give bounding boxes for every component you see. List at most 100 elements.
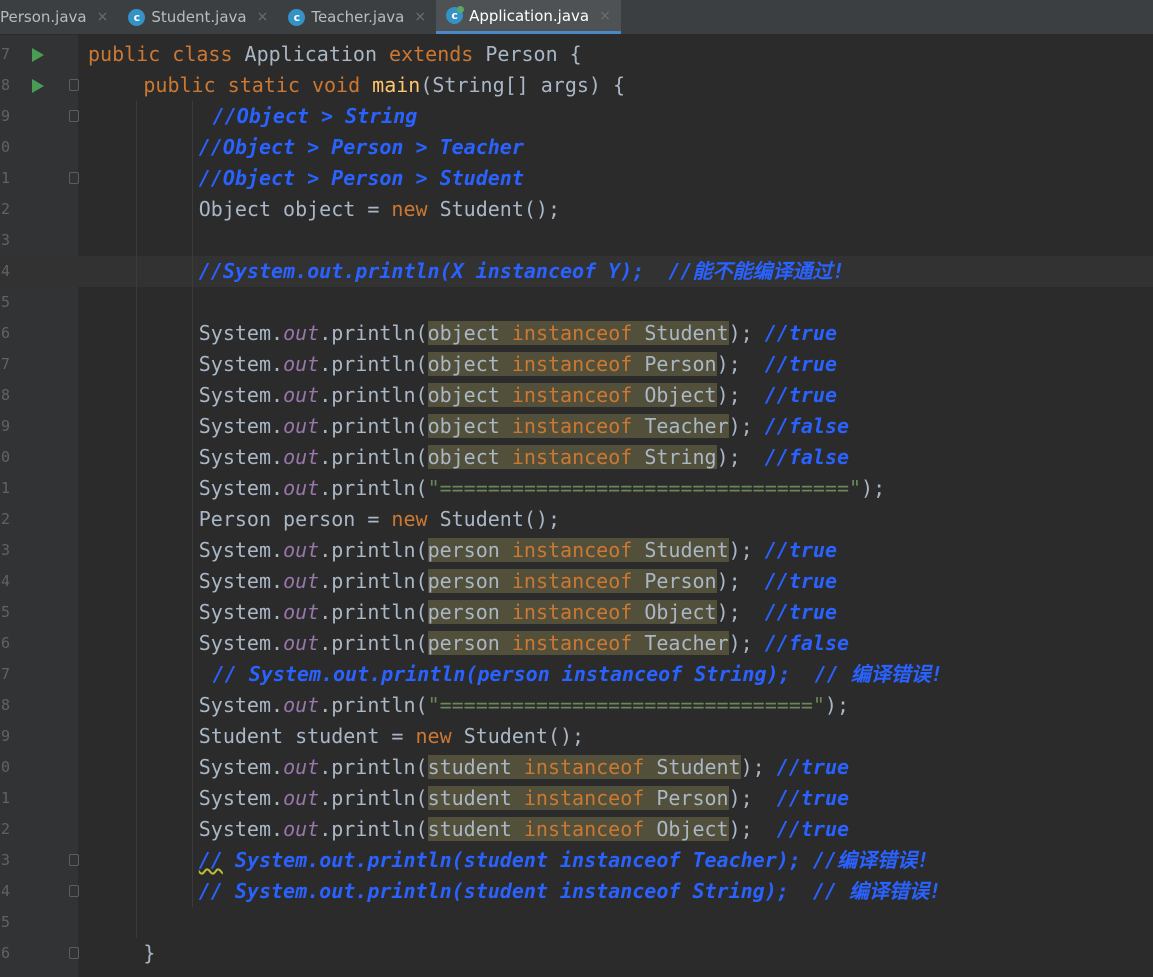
code-token: out (283, 538, 320, 562)
code-token: System. (198, 538, 284, 562)
code-line[interactable]: 8 System.out.println(object instanceof Ob… (0, 380, 1153, 411)
line-number: 1 (0, 789, 10, 807)
code-line[interactable]: 5 (0, 907, 1153, 938)
code-token: ); (716, 600, 765, 624)
code-line[interactable]: 7 public class Application extends Person… (0, 39, 1153, 70)
code-token: Student (632, 321, 729, 345)
code-token: //true (752, 321, 837, 345)
code-line[interactable]: 4 System.out.println(person instanceof Pe… (0, 566, 1153, 597)
code-line[interactable]: 2 Object object = new Student(); (0, 194, 1153, 225)
code-line[interactable]: 7 System.out.println(object instanceof Pe… (0, 349, 1153, 380)
code-line[interactable]: 2 System.out.println(student instanceof O… (0, 814, 1153, 845)
fold-icon[interactable] (69, 172, 79, 184)
tab-person-java[interactable]: Person.java × (0, 0, 118, 34)
code-line[interactable]: 9 Student student = new Student(); (0, 721, 1153, 752)
code-token: .println( (319, 786, 428, 810)
code-text: System.out.println(person instanceof Tea… (199, 628, 849, 659)
code-token: //true (764, 569, 837, 593)
code-line[interactable]: 1 System.out.println(student instanceof P… (0, 783, 1153, 814)
tab-application-java[interactable]: c Application.java × (436, 0, 621, 34)
line-number: 5 (0, 603, 10, 621)
fold-icon[interactable] (69, 854, 79, 866)
code-line[interactable]: 3 // System.out.println(student instanceo… (0, 845, 1153, 876)
fold-icon[interactable] (69, 110, 79, 122)
line-number: 3 (0, 541, 10, 559)
code-token: out (283, 476, 320, 500)
code-token: //true (764, 600, 837, 624)
code-token: student (427, 755, 524, 779)
code-line[interactable]: 5 (0, 287, 1153, 318)
line-number: 7 (0, 45, 10, 63)
close-icon[interactable]: × (257, 9, 269, 25)
code-text: System.out.println("====================… (199, 473, 885, 504)
code-text: Student student = new Student(); (199, 721, 584, 752)
code-line[interactable]: 0 System.out.println(student instanceof S… (0, 752, 1153, 783)
tab-label: Application.java (469, 6, 590, 25)
close-icon[interactable]: × (599, 8, 611, 24)
code-token: student (427, 786, 524, 810)
class-icon: c (288, 8, 306, 26)
code-token: ); (740, 755, 765, 779)
line-number: 6 (0, 324, 10, 342)
close-icon[interactable]: × (414, 9, 426, 25)
code-token: ); (728, 631, 753, 655)
fold-icon[interactable] (69, 885, 79, 897)
code-line[interactable]: 4 // System.out.println(student instanceo… (0, 876, 1153, 907)
code-line[interactable]: 9 //Object > String (0, 101, 1153, 132)
code-line[interactable]: 5 System.out.println(person instanceof Ob… (0, 597, 1153, 628)
code-line[interactable]: 3 (0, 225, 1153, 256)
line-number: 0 (0, 138, 10, 156)
code-line[interactable]: 9 System.out.println(object instanceof Te… (0, 411, 1153, 442)
code-line[interactable]: 6 System.out.println(object instanceof St… (0, 318, 1153, 349)
code-line[interactable]: 1 //Object > Person > Student (0, 163, 1153, 194)
line-number: 9 (0, 107, 10, 125)
code-text: // System.out.println(student instanceof… (199, 876, 941, 907)
line-number: 9 (0, 417, 10, 435)
code-line[interactable]: 8 public static void main(String[] args) … (0, 70, 1153, 101)
code-token: Object (632, 383, 717, 407)
code-token: out (283, 445, 320, 469)
code-line[interactable]: 3 System.out.println(person instanceof St… (0, 535, 1153, 566)
code-line[interactable]: 8 System.out.println("===================… (0, 690, 1153, 721)
fold-icon[interactable] (69, 947, 79, 959)
line-number: 3 (0, 851, 10, 869)
code-token: out (283, 600, 320, 624)
code-token: } (143, 941, 156, 965)
code-token: System. (198, 631, 284, 655)
code-token: //Object > Person > Teacher (198, 135, 524, 159)
code-token: instanceof (511, 538, 633, 562)
code-editor[interactable]: 7 public class Application extends Person… (0, 35, 1153, 977)
close-icon[interactable]: × (97, 9, 109, 25)
line-number: 0 (0, 448, 10, 466)
code-line[interactable]: 1 System.out.println("===================… (0, 473, 1153, 504)
tab-teacher-java[interactable]: c Teacher.java × (278, 0, 436, 34)
code-token: .println( (319, 817, 428, 841)
line-number: 1 (0, 169, 10, 187)
code-text: public class Application extends Person … (88, 39, 582, 70)
code-line[interactable]: 6} (0, 938, 1153, 969)
code-token: instanceof (511, 445, 633, 469)
fold-icon[interactable] (69, 79, 79, 91)
code-token: System. (198, 445, 284, 469)
tab-label: Teacher.java (311, 8, 405, 26)
code-text: System.out.println(object instanceof Stu… (199, 318, 837, 349)
code-line[interactable]: 0 System.out.println(object instanceof St… (0, 442, 1153, 473)
code-token: //Object > String (212, 104, 418, 128)
code-token: instanceof (523, 755, 645, 779)
code-text: Object object = new Student(); (199, 194, 560, 225)
line-number: 4 (0, 572, 10, 590)
code-line[interactable]: 0 //Object > Person > Teacher (0, 132, 1153, 163)
code-text: System.out.println(object instanceof Str… (199, 442, 849, 473)
code-token: System. (198, 786, 284, 810)
code-token: ); (728, 321, 753, 345)
code-line[interactable]: 2 Person person = new Student(); (0, 504, 1153, 535)
code-line[interactable]: 7 // System.out.println(person instanceof… (0, 659, 1153, 690)
code-line[interactable]: 6 System.out.println(person instanceof Te… (0, 628, 1153, 659)
code-token: out (283, 693, 320, 717)
run-icon[interactable] (32, 48, 44, 62)
run-icon[interactable] (32, 79, 44, 93)
tab-student-java[interactable]: c Student.java × (118, 0, 278, 34)
line-number: 3 (0, 231, 10, 249)
code-token: System. (198, 817, 284, 841)
code-line[interactable]: 4 //System.out.println(X instanceof Y); /… (0, 256, 1153, 287)
